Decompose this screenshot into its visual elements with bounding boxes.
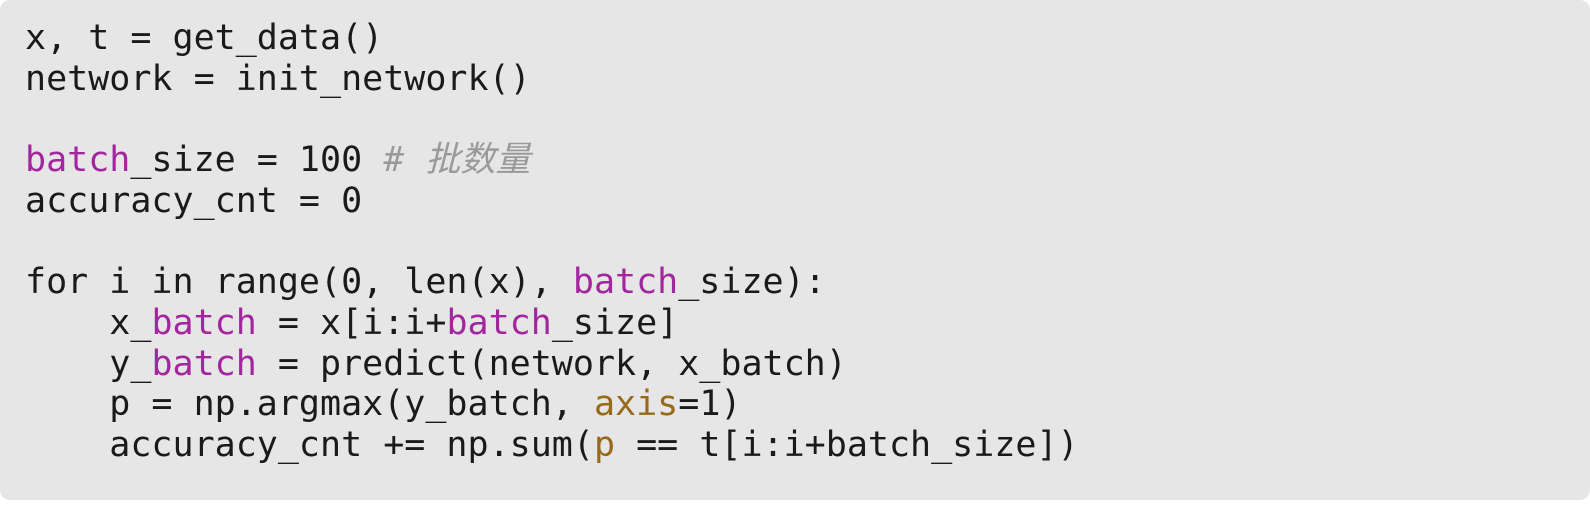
code-line: accuracy_cnt = 0 bbox=[25, 181, 1565, 222]
code-line: y_batch = predict(network, x_batch) bbox=[25, 344, 1565, 385]
code-token: p = np.argmax(y_batch, bbox=[25, 384, 594, 425]
code-line: x_batch = x[i:i+batch_size] bbox=[25, 303, 1565, 344]
code-token: _size = 100 bbox=[130, 140, 384, 181]
code-token: batch bbox=[572, 262, 679, 303]
code-comment: # 批数量 bbox=[383, 140, 531, 181]
code-token: batch bbox=[25, 140, 131, 181]
code-line: x, t = get_data() bbox=[25, 18, 1565, 59]
code-token: _size] bbox=[551, 302, 679, 343]
code-token: _size): bbox=[678, 262, 826, 303]
code-token: x_ bbox=[25, 302, 152, 343]
code-token: == t[i:i+batch_size]) bbox=[615, 424, 1079, 465]
code-token: x, t = get_data() bbox=[25, 18, 384, 58]
code-token: batch bbox=[446, 302, 552, 343]
code-line: accuracy_cnt += np.sum(p == t[i:i+batch_… bbox=[25, 425, 1565, 466]
code-token: network = init_network() bbox=[25, 58, 531, 99]
code-token: batch bbox=[151, 302, 257, 343]
code-token: = predict(network, x_batch) bbox=[256, 343, 847, 384]
code-line: for i in range(0, len(x), batch_size): bbox=[25, 262, 1565, 303]
code-token: p bbox=[593, 424, 616, 465]
code-token: axis bbox=[593, 384, 679, 425]
code-token: accuracy_cnt += np.sum( bbox=[25, 424, 594, 465]
code-line: p = np.argmax(y_batch, axis=1) bbox=[25, 384, 1565, 425]
code-line: batch_size = 100 # 批数量 bbox=[25, 140, 1565, 181]
code-token: = x[i:i+ bbox=[256, 302, 447, 343]
code-token: accuracy_cnt = 0 bbox=[25, 180, 363, 221]
code-token: y_ bbox=[25, 343, 152, 384]
code-token: for i in range(0, len(x), bbox=[25, 262, 573, 303]
code-token: =1) bbox=[678, 384, 742, 425]
code-block: x, t = get_data() network = init_network(… bbox=[0, 0, 1590, 500]
code-line: network = init_network() bbox=[25, 59, 1565, 100]
code-token: batch bbox=[151, 343, 257, 384]
